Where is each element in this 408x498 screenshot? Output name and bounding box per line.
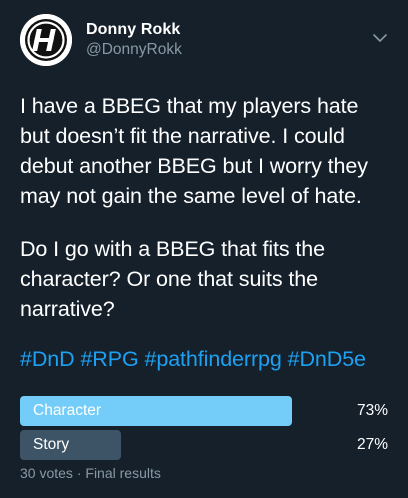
tweet-header: Donny Rokk @DonnyRokk bbox=[20, 14, 390, 66]
poll-option-row: Character 73% bbox=[20, 396, 388, 426]
hashtag-link[interactable]: #DnD bbox=[20, 347, 75, 371]
poll-option-percent: 73% bbox=[356, 402, 388, 419]
author-names: Donny Rokk @DonnyRokk bbox=[86, 20, 182, 60]
hr-logo-avatar-icon bbox=[20, 14, 72, 66]
poll-option-row: Story 27% bbox=[20, 430, 388, 460]
tweet-card: Donny Rokk @DonnyRokk I have a BBEG that… bbox=[0, 0, 408, 498]
poll-option-percent: 27% bbox=[356, 436, 388, 453]
chevron-down-icon[interactable] bbox=[370, 28, 390, 48]
poll-vote-count: 30 votes bbox=[20, 465, 73, 481]
author-handle[interactable]: @DonnyRokk bbox=[86, 40, 182, 60]
poll-option-label: Story bbox=[33, 436, 70, 453]
poll: Character 73% Story 27% bbox=[20, 396, 388, 464]
author-display-name[interactable]: Donny Rokk bbox=[86, 20, 182, 39]
poll-separator: · bbox=[72, 465, 86, 481]
hashtag-list: #DnD #RPG #pathfinderrpg #DnD5e bbox=[20, 344, 400, 374]
hashtag-link[interactable]: #pathfinderrpg bbox=[144, 347, 281, 371]
hashtag-link[interactable]: #DnD5e bbox=[288, 347, 366, 371]
tweet-paragraph-1: I have a BBEG that my players hate but d… bbox=[20, 94, 368, 208]
tweet-paragraph-2: Do I go with a BBEG that fits the charac… bbox=[20, 237, 326, 321]
poll-option-label: Character bbox=[33, 402, 102, 419]
poll-footer: 30 votes · Final results bbox=[20, 464, 161, 482]
poll-status: Final results bbox=[85, 465, 161, 481]
hashtag-link[interactable]: #RPG bbox=[80, 347, 138, 371]
avatar[interactable] bbox=[20, 14, 72, 66]
